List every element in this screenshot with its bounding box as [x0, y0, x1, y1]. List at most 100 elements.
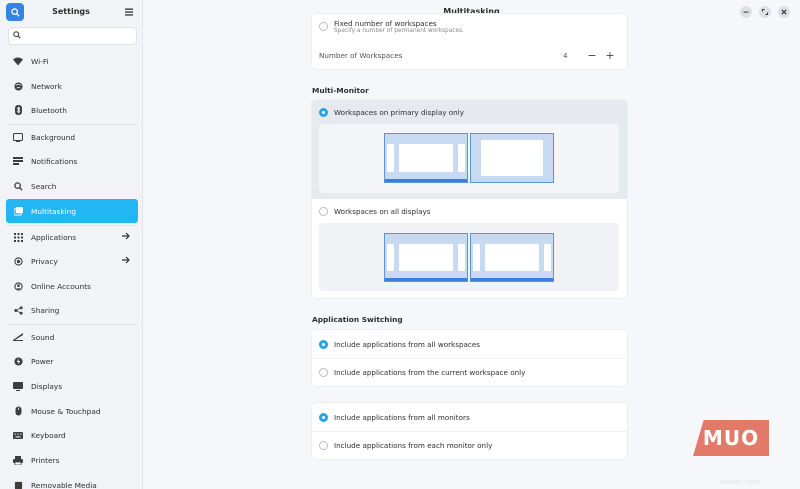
sidebar-item-label: Online Accounts — [31, 281, 91, 291]
sidebar-item-mouse-touchpad[interactable]: Mouse & Touchpad — [6, 400, 138, 422]
multi-monitor-heading: Multi-Monitor — [312, 86, 369, 95]
increase-workspaces-button[interactable]: + — [603, 48, 617, 62]
all-displays-preview — [319, 223, 619, 291]
printer-icon — [13, 455, 23, 465]
network-icon — [13, 81, 23, 91]
sidebar-item-applications[interactable]: Applications — [6, 226, 138, 248]
settings-window: Settings Wi-Fi Network Bluetooth Backgro… — [0, 0, 800, 489]
sidebar-item-background[interactable]: Background — [6, 126, 138, 148]
muo-watermark-logo: MUO — [693, 420, 769, 456]
maximize-icon — [762, 9, 768, 15]
sidebar-item-sharing[interactable]: Sharing — [6, 299, 138, 321]
online-accounts-icon — [13, 281, 23, 291]
primary-display-option-row[interactable]: Workspaces on primary display only — [312, 100, 627, 199]
sidebar-item-power[interactable]: Power — [6, 350, 138, 372]
sidebar-item-label: Mouse & Touchpad — [31, 406, 101, 416]
each-monitor-radio[interactable] — [319, 441, 328, 450]
sidebar-item-search[interactable]: Search — [6, 175, 138, 197]
window-thumbnail — [387, 244, 394, 271]
sidebar-item-displays[interactable]: Displays — [6, 375, 138, 397]
close-icon — [781, 9, 787, 15]
sidebar-item-label: Privacy — [31, 256, 58, 266]
sidebar: Settings Wi-Fi Network Bluetooth Backgro… — [0, 0, 143, 489]
main-content: Multitasking Fixed number of workspaces … — [143, 0, 800, 489]
all-monitors-radio[interactable] — [319, 413, 328, 422]
fixed-workspaces-radio[interactable] — [319, 22, 328, 31]
all-workspaces-label: Include applications from all workspaces — [334, 340, 481, 349]
sidebar-item-label: Sharing — [31, 305, 60, 315]
sidebar-item-privacy[interactable]: Privacy — [6, 250, 138, 272]
hamburger-icon — [125, 8, 133, 16]
mouse-icon — [13, 406, 23, 416]
privacy-icon — [13, 256, 23, 266]
window-thumbnail — [458, 244, 465, 271]
sidebar-item-online-accounts[interactable]: Online Accounts — [6, 275, 138, 297]
sidebar-title: Settings — [52, 7, 90, 16]
sidebar-search-input[interactable] — [25, 29, 134, 44]
maximize-button[interactable] — [759, 6, 771, 18]
sidebar-item-label: Wi-Fi — [31, 56, 49, 66]
arrow-right-icon — [122, 232, 130, 240]
workspace-bar — [385, 179, 467, 182]
sidebar-search-field[interactable] — [8, 27, 137, 45]
workspace-switching-card: Include applications from all workspaces… — [312, 330, 627, 386]
workspace-bar — [471, 278, 553, 281]
window-thumbnail — [399, 244, 453, 271]
row-divider — [312, 431, 627, 432]
close-button[interactable] — [778, 6, 790, 18]
sidebar-item-label: Keyboard — [31, 430, 66, 440]
all-workspaces-radio[interactable] — [319, 340, 328, 349]
displays-icon — [13, 381, 23, 391]
sharing-icon — [13, 305, 23, 315]
search-icon — [13, 181, 23, 191]
sidebar-item-label: Displays — [31, 381, 63, 391]
current-workspace-radio[interactable] — [319, 368, 328, 377]
sidebar-item-wifi[interactable]: Wi-Fi — [6, 50, 138, 72]
sidebar-item-bluetooth[interactable]: Bluetooth — [6, 99, 138, 121]
sidebar-item-multitasking[interactable]: Multitasking — [6, 199, 138, 223]
number-of-workspaces-value[interactable]: 4 — [563, 51, 568, 60]
sidebar-item-printers[interactable]: Printers — [6, 449, 138, 471]
application-switching-heading: Application Switching — [312, 315, 403, 324]
all-displays-label: Workspaces on all displays — [334, 207, 431, 216]
sidebar-item-sound[interactable]: Sound — [6, 326, 138, 348]
sidebar-item-label: Applications — [31, 232, 77, 242]
sidebar-item-removable-media[interactable]: Removable Media — [6, 474, 138, 489]
sidebar-item-label: Background — [31, 132, 76, 142]
sidebar-item-notifications[interactable]: Notifications — [6, 150, 138, 172]
sidebar-item-label: Removable Media — [31, 480, 97, 489]
window-thumbnail — [473, 244, 480, 271]
monitor-right — [470, 233, 554, 282]
multi-monitor-card: Workspaces on primary display only Works… — [312, 100, 627, 298]
applications-icon — [13, 232, 23, 242]
sidebar-item-network[interactable]: Network — [6, 75, 138, 97]
all-displays-radio[interactable] — [319, 207, 328, 216]
monitor-switching-card: Include applications from all monitors I… — [312, 403, 627, 459]
window-thumbnail — [399, 144, 453, 172]
sidebar-item-label: Multitasking — [31, 206, 77, 216]
monitor-right — [470, 133, 554, 183]
primary-display-only-label: Workspaces on primary display only — [334, 108, 464, 117]
sidebar-item-keyboard[interactable]: Keyboard — [6, 424, 138, 446]
workspace-bar — [385, 278, 467, 281]
fixed-workspaces-description: Specify a number of permanent workspaces… — [334, 28, 464, 34]
sidebar-item-label: Network — [31, 81, 62, 91]
hamburger-menu-button[interactable] — [123, 6, 135, 18]
site-watermark: wsxdn.com — [720, 478, 760, 486]
search-icon — [13, 31, 21, 39]
decrease-workspaces-button[interactable]: − — [585, 48, 599, 62]
wifi-icon — [13, 56, 23, 66]
monitor-left — [384, 133, 468, 183]
sidebar-header: Settings — [0, 0, 142, 24]
row-divider — [312, 358, 627, 359]
removable-media-icon — [13, 480, 23, 489]
arrow-right-icon — [122, 256, 130, 264]
minimize-button[interactable] — [740, 6, 752, 18]
sidebar-item-label: Printers — [31, 455, 60, 465]
each-monitor-label: Include applications from each monitor o… — [334, 441, 493, 450]
primary-display-preview — [319, 124, 619, 193]
multitasking-icon — [13, 206, 23, 216]
sidebar-item-label: Bluetooth — [31, 105, 67, 115]
notifications-icon — [13, 156, 23, 166]
primary-display-only-radio[interactable] — [319, 108, 328, 117]
